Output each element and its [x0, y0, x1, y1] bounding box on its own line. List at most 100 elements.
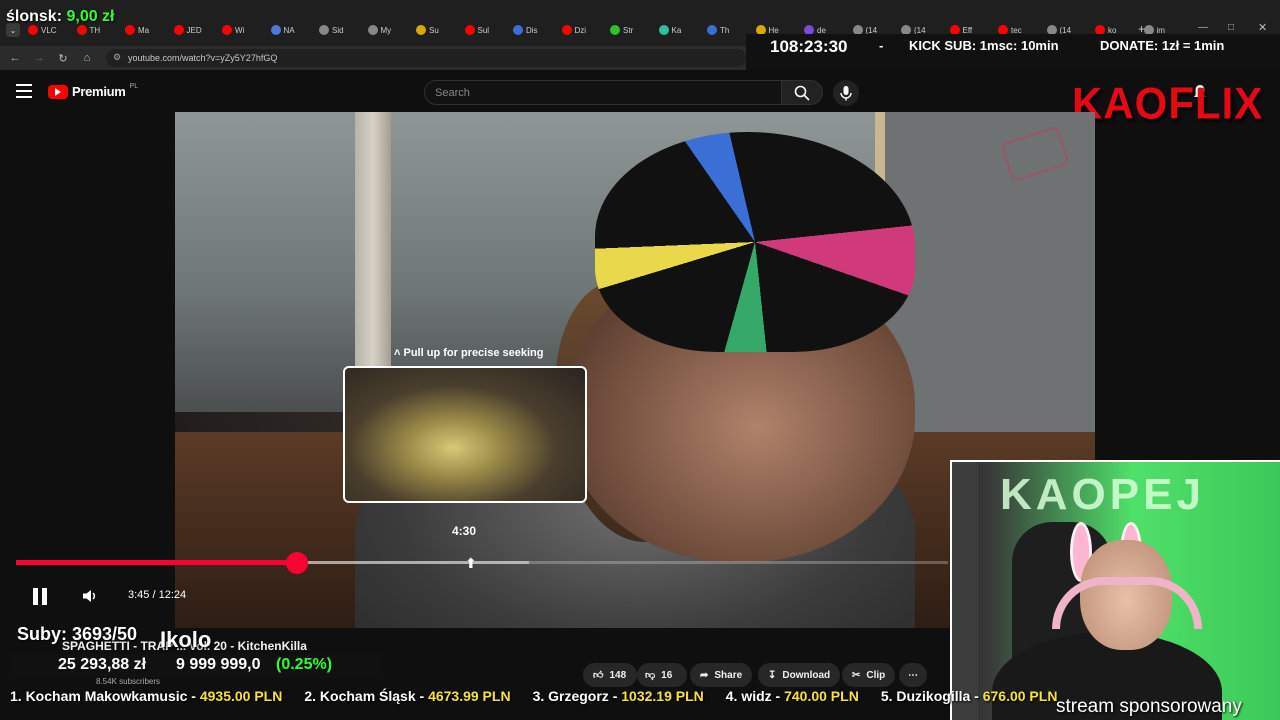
leaderboard-donor: 3. Grzegorz - — [532, 688, 618, 704]
streamer-webcam: KAOPEJ — [950, 460, 1280, 720]
browser-tab[interactable]: Dis — [513, 22, 556, 38]
tab-label: Ka — [671, 25, 682, 35]
site-info-icon[interactable]: ⚙ — [113, 52, 121, 63]
pause-icon — [33, 587, 47, 605]
more-actions-button[interactable]: ⋯ — [899, 663, 927, 687]
leaderboard-amount: 676.00 PLN — [982, 688, 1058, 704]
share-button[interactable]: ➦ Share — [690, 663, 753, 687]
clip-label: Clip — [866, 669, 886, 681]
thumbs-up-icon: 👍︎ — [593, 670, 604, 681]
kaoflix-brand-overlay: KAOFLIX — [1072, 78, 1264, 129]
search-icon — [794, 85, 810, 101]
thumbs-down-icon: 👎︎ — [645, 670, 656, 681]
address-bar[interactable]: ⚙ youtube.com/watch?v=yZy5Y27hfGQ — [106, 49, 746, 67]
leaderboard-donor: 4. widz - — [725, 688, 781, 704]
seek-hint: ˄ Pull up for precise seeking — [394, 347, 544, 359]
subscriber-count: 8.54K subscribers — [96, 677, 161, 686]
search-input[interactable]: Search — [424, 80, 782, 105]
tab-favicon-icon — [707, 25, 717, 35]
browser-tab[interactable]: Str — [610, 22, 653, 38]
tab-favicon-icon — [658, 25, 669, 35]
voice-search-button[interactable] — [833, 80, 859, 106]
tab-favicon-icon — [416, 25, 426, 35]
logo-text: Premium — [72, 84, 126, 99]
leaderboard-donor: 5. Duzikogilla - — [880, 688, 979, 704]
browser-tab[interactable]: Dzi — [561, 22, 605, 38]
browser-tab[interactable]: My — [367, 22, 411, 38]
browser-tab[interactable]: Ka — [658, 22, 702, 38]
dislike-count: 16 — [661, 669, 673, 681]
kick-sub-rate: KICK SUB: 1msc: 10min — [909, 38, 1059, 53]
browser-tab[interactable]: NA — [270, 22, 314, 38]
browser-tab[interactable]: Su — [416, 22, 459, 38]
volume-button[interactable] — [80, 586, 100, 606]
share-label: Share — [714, 669, 743, 681]
webcam-shelf — [952, 462, 978, 720]
leaderboard-entry: 4. widz - 740.00 PLN — [726, 688, 859, 710]
timer-separator: - — [879, 38, 884, 53]
donation-goal-current: 25 293,88 zł — [58, 656, 147, 673]
tab-label: Str — [623, 25, 634, 35]
tab-label: Th — [720, 25, 730, 35]
logo-region: PL — [129, 83, 139, 90]
donation-goal-percent: (0.25%) — [276, 656, 333, 673]
leaderboard-amount: 1032.19 PLN — [621, 688, 704, 704]
browser-tab[interactable]: JED — [173, 22, 217, 38]
youtube-logo[interactable]: Premium PL — [48, 83, 139, 99]
browser-tab[interactable]: Ma — [125, 22, 168, 38]
tab-favicon-icon — [610, 25, 620, 35]
like-button[interactable]: 👍︎ 148 — [583, 663, 637, 687]
progress-played — [16, 560, 298, 565]
tab-label: Wi — [235, 25, 245, 35]
browser-tab[interactable]: Th — [707, 22, 750, 38]
browser-tab[interactable]: Sid — [319, 22, 362, 38]
minimize-window-icon[interactable]: — — [1198, 22, 1208, 33]
search-button[interactable] — [781, 80, 823, 105]
maximize-window-icon[interactable]: □ — [1228, 22, 1234, 33]
tab-favicon-icon — [270, 25, 281, 35]
chevron-up-icon: ˄ — [394, 347, 401, 359]
youtube-play-icon — [48, 84, 68, 99]
share-icon: ➦ — [700, 669, 709, 681]
pause-button[interactable] — [30, 586, 50, 606]
back-icon[interactable]: ← — [6, 49, 24, 67]
tab-label: Su — [429, 25, 439, 35]
tab-label: Sul — [477, 25, 490, 35]
like-count: 148 — [609, 669, 627, 681]
download-label: Download — [782, 669, 831, 681]
leaderboard-entry: 1. Kocham Makowkamusic - 4935.00 PLN — [10, 688, 282, 710]
leaderboard-entry: 3. Grzegorz - 1032.19 PLN — [533, 688, 704, 710]
tab-label: My — [380, 25, 392, 35]
browser-tab[interactable]: Wi — [222, 22, 265, 38]
tab-label: Dzi — [574, 25, 587, 35]
donate-rate: DONATE: 1zł = 1min — [1100, 38, 1225, 53]
subathon-timer: 108:23:30 — [770, 37, 848, 56]
tab-favicon-icon — [28, 25, 38, 35]
browser-tab[interactable]: Sul — [464, 22, 508, 38]
subs-goal-overlay: Suby: 3693/50 — [17, 624, 138, 644]
download-icon: ↧ — [768, 669, 777, 681]
dislike-button[interactable]: 👎︎ 16 — [637, 663, 687, 687]
reload-icon[interactable]: ↻ — [54, 49, 72, 67]
url-text: youtube.com/watch?v=yZy5Y27hfGQ — [128, 53, 278, 63]
tab-favicon-icon — [125, 25, 135, 35]
hover-time-label: 4:30 — [452, 524, 477, 538]
donation-goal-target: 9 999 999,0 — [176, 656, 261, 673]
tab-label: NA — [283, 25, 295, 35]
microphone-icon — [840, 86, 852, 101]
scissors-icon: ✂ — [852, 669, 861, 681]
tab-label: Dis — [526, 25, 538, 35]
tab-label: Ma — [138, 25, 150, 35]
tab-label: JED — [186, 25, 202, 35]
download-button[interactable]: ↧ Download — [758, 663, 841, 687]
time-display: 3:45 / 12:24 — [128, 589, 187, 601]
seek-hint-text: Pull up for precise seeking — [403, 347, 544, 359]
forward-icon[interactable]: → — [30, 49, 48, 67]
home-icon[interactable]: ⌂ — [78, 49, 96, 67]
leaderboard-amount: 4673.99 PLN — [428, 688, 511, 704]
clip-button[interactable]: ✂ Clip — [842, 663, 896, 687]
menu-icon[interactable] — [16, 84, 32, 98]
tab-favicon-icon — [319, 25, 329, 35]
leaderboard-amount: 4935.00 PLN — [199, 688, 283, 704]
close-window-icon[interactable]: ✕ — [1258, 21, 1267, 34]
